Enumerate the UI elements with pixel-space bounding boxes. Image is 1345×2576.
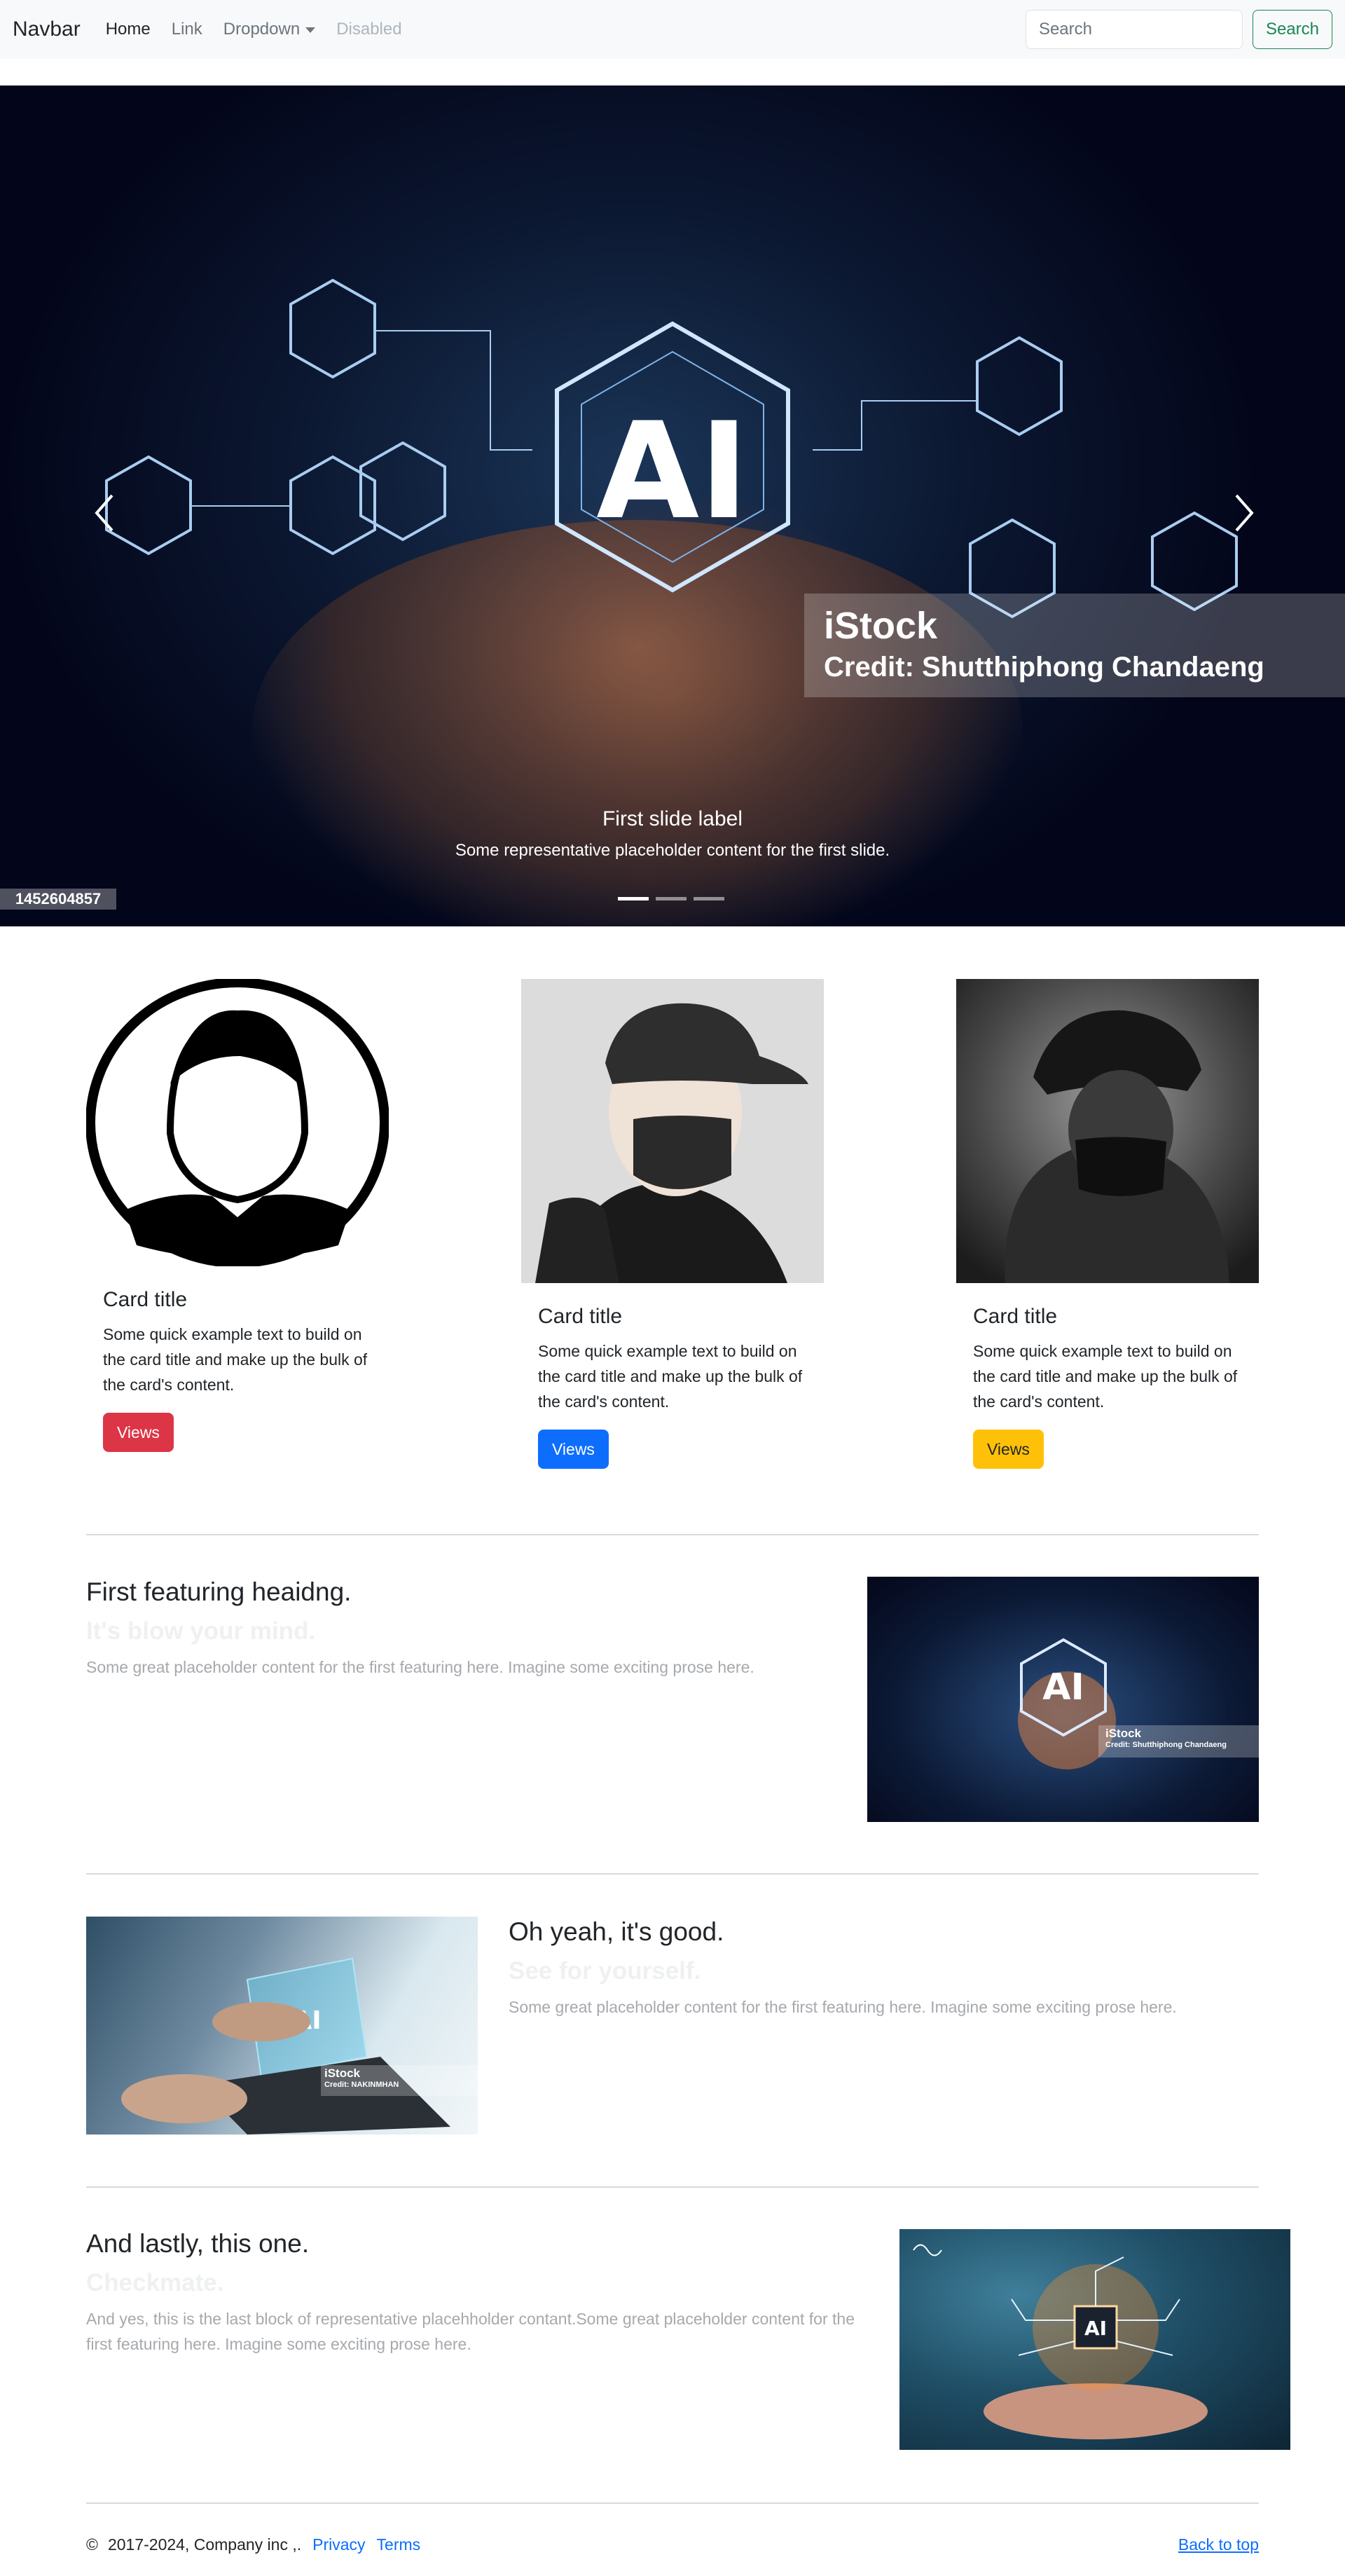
caption-title: First slide label (602, 807, 743, 830)
carousel-caption: First slide label Some representative pl… (0, 807, 1345, 861)
card: Card title Some quick example text to bu… (521, 979, 824, 1469)
search-input[interactable] (1025, 10, 1243, 49)
card-text: Some quick example text to build on the … (103, 1325, 368, 1394)
feature-subheading: It's blow your mind. (86, 1617, 316, 1645)
search-button[interactable]: Search (1252, 10, 1332, 49)
divider (86, 2186, 1259, 2188)
caret-down-icon (305, 27, 316, 33)
divider (86, 1534, 1259, 1535)
back-to-top-link[interactable]: Back to top (1178, 2535, 1259, 2554)
carousel-indicator-2[interactable] (656, 897, 687, 900)
ai-chip-graphic: AI (913, 2244, 1208, 2439)
views-button[interactable]: Views (103, 1413, 174, 1452)
nav-link-home[interactable]: Home (106, 20, 151, 39)
svg-text:AI: AI (1042, 1666, 1084, 1708)
card-title: Card title (538, 1305, 623, 1328)
avatar-icon (85, 978, 389, 1268)
card-text: Some quick example text to build on the … (538, 1342, 803, 1411)
circuit-icons-graphic (105, 278, 1238, 619)
card: Card title Some quick example text to bu… (956, 979, 1259, 1469)
views-button[interactable]: Views (538, 1430, 609, 1469)
divider (86, 1873, 1259, 1875)
navbar: Navbar Home Link Dropdown Disabled Searc… (0, 0, 1345, 59)
feature-image-logo: iStock (1105, 1727, 1142, 1740)
card-title: Card title (103, 1288, 188, 1311)
copyright-text: 2017-2024, Company inc ,. (107, 2535, 302, 2554)
copyright-icon: © (86, 2535, 98, 2554)
card-title: Card title (973, 1305, 1058, 1328)
feature-image: AI iStock Credit: NAKINMHAN (86, 1917, 478, 2135)
nav-link-link[interactable]: Link (172, 20, 202, 39)
watermark-logo: iStock (824, 605, 938, 647)
laptop-hands-graphic: AI (121, 1957, 478, 2135)
divider (86, 2502, 1259, 2504)
feature-text: Some great placeholder content for the f… (509, 1998, 1177, 2016)
feature-image: AI iStock Credit: Shutthiphong Chandaeng (867, 1577, 1259, 1822)
carousel: AI iStock Credit: Shutthiphong Chandaeng… (0, 85, 1345, 926)
watermark-credit: Credit: Shutthiphong Chandaeng (824, 652, 1264, 683)
feature-heading: And lastly, this one. (86, 2229, 310, 2258)
card-text: Some quick example text to build on the … (973, 1342, 1238, 1411)
stock-id-label: 1452604857 (0, 889, 116, 910)
ai-hexagon-graphic: AI (1018, 1638, 1259, 1769)
feature-image-credit: Credit: NAKINMHAN (324, 2081, 399, 2089)
feature-text: Some great placeholder content for the f… (86, 1658, 754, 1676)
card: Card title Some quick example text to bu… (85, 978, 389, 1452)
feature-subheading: See for yourself. (509, 1957, 701, 1985)
footer: © 2017-2024, Company inc ,. Privacy Term… (86, 2535, 1259, 2554)
nav-dropdown-toggle[interactable]: Dropdown (223, 20, 316, 39)
feature-image: AI (899, 2229, 1290, 2450)
feature-image-credit: Credit: Shutthiphong Chandaeng (1105, 1741, 1227, 1749)
feature-heading: First featuring heaidng. (86, 1577, 352, 1606)
feature-heading: Oh yeah, it's good. (509, 1917, 724, 1946)
privacy-link[interactable]: Privacy (312, 2535, 365, 2554)
nav-link-disabled: Disabled (336, 20, 402, 39)
carousel-indicator-1[interactable] (618, 897, 649, 900)
terms-link[interactable]: Terms (377, 2535, 421, 2554)
carousel-indicators (618, 897, 724, 900)
hooded-man-photo (956, 979, 1259, 1283)
carousel-indicator-3[interactable] (694, 897, 724, 900)
carousel-next-icon[interactable] (1222, 478, 1264, 548)
nav-dropdown-label: Dropdown (223, 20, 301, 39)
svg-text:AI: AI (1084, 2317, 1107, 2340)
views-button[interactable]: Views (973, 1430, 1044, 1469)
navbar-brand[interactable]: Navbar (13, 18, 81, 41)
feature-image-logo: iStock (324, 2067, 361, 2080)
feature-subheading: Checkmate. (86, 2269, 224, 2296)
feature-text: And yes, this is the last block of repre… (86, 2310, 855, 2353)
caption-text: Some representative placeholder content … (455, 841, 890, 860)
carousel-prev-icon[interactable] (84, 478, 126, 548)
masked-man-illustration (521, 979, 824, 1283)
